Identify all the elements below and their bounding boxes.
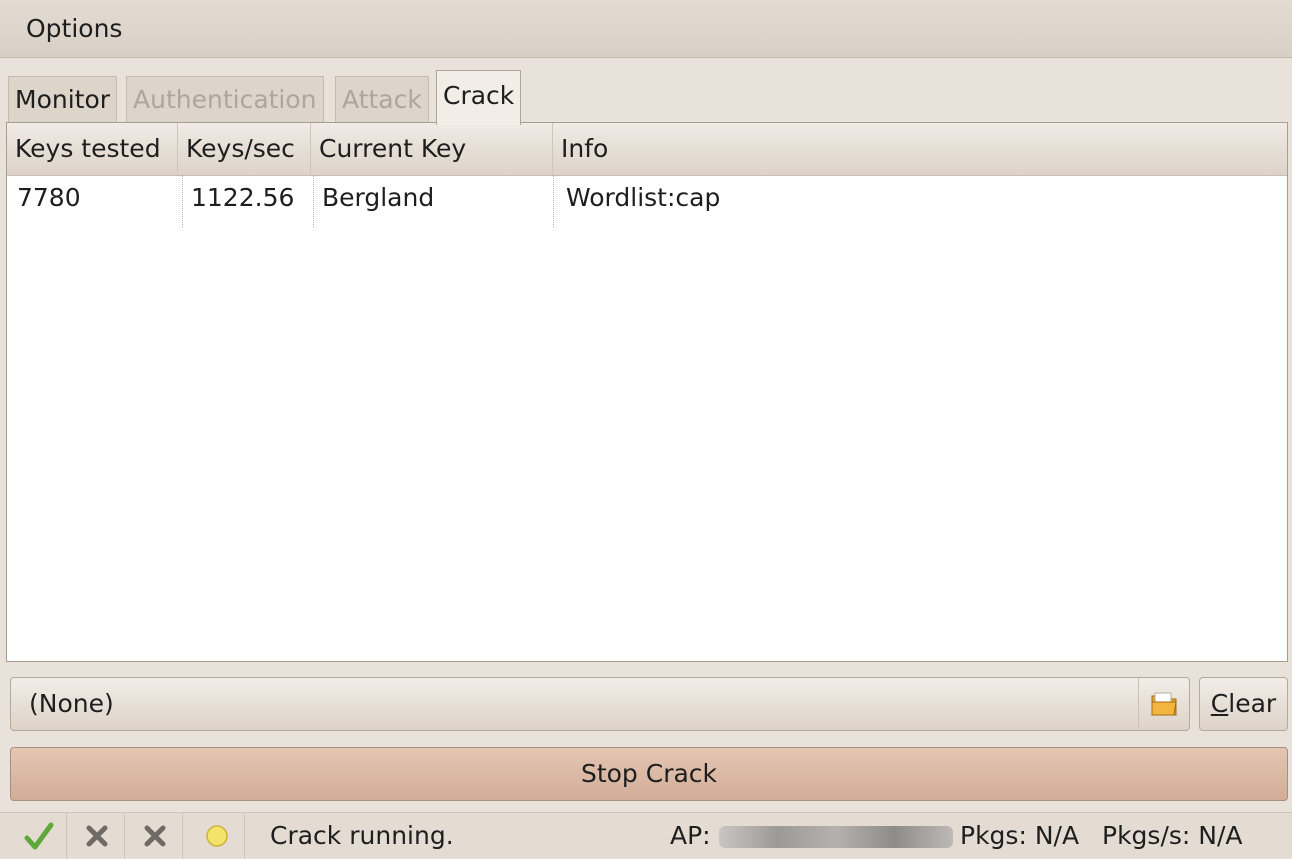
wordlist-file-chooser[interactable]: (None) [10, 677, 1190, 731]
pkgs-rate-label: Pkgs/s: [1102, 821, 1191, 850]
ap-label: AP: [670, 821, 711, 850]
menu-options[interactable]: Options [16, 14, 132, 43]
tab-authentication: Authentication [126, 76, 324, 122]
status-pkgs-rate: Pkgs/s: N/A [1102, 813, 1243, 859]
cell-current-key: Bergland [313, 175, 553, 227]
crack-results-table: Keys tested Keys/sec Current Key Info 77… [6, 122, 1288, 662]
table-header: Keys tested Keys/sec Current Key Info [7, 123, 1287, 176]
folder-icon [1151, 692, 1177, 716]
ap-redacted [718, 826, 953, 848]
checkmark-icon [24, 822, 54, 850]
stop-crack-button[interactable]: Stop Crack [10, 747, 1288, 801]
column-keys-tested[interactable]: Keys tested [7, 123, 178, 175]
status-message: Crack running. [270, 821, 454, 850]
status-ap: AP: [670, 813, 961, 859]
cross-icon [144, 825, 166, 847]
yellow-light-icon [206, 825, 228, 847]
tab-monitor[interactable]: Monitor [8, 76, 118, 122]
pkgs-value: N/A [1034, 821, 1080, 850]
pkgs-rate-value: N/A [1198, 821, 1243, 850]
column-current-key[interactable]: Current Key [311, 123, 553, 175]
wordlist-value: (None) [29, 689, 114, 718]
status-cross-icon-cell-1 [70, 813, 125, 859]
status-bar: Crack running. AP: Pkgs: N/A Pkgs/s: N/A [0, 812, 1292, 859]
cell-keys-per-sec: 1122.56 [182, 175, 311, 227]
table-row[interactable]: 7780 1122.56 Bergland Wordlist:cap [7, 175, 1287, 227]
status-ok-icon-cell [12, 813, 67, 859]
tab-crack[interactable]: Crack [436, 70, 522, 125]
cross-icon [86, 825, 108, 847]
column-info[interactable]: Info [553, 123, 1287, 175]
tab-attack: Attack [335, 76, 429, 122]
clear-button-label-rest: lear [1228, 689, 1277, 718]
clear-button[interactable]: Clear [1199, 677, 1288, 731]
cell-keys-tested: 7780 [17, 183, 81, 212]
status-light-icon-cell [190, 813, 245, 859]
column-keys-per-sec[interactable]: Keys/sec [178, 123, 311, 175]
pkgs-label: Pkgs: [960, 821, 1027, 850]
cell-info: Wordlist:cap [553, 175, 1153, 227]
clear-button-mnemonic: C [1210, 689, 1229, 718]
menu-bar: Options [0, 0, 1292, 58]
status-cross-icon-cell-2 [128, 813, 183, 859]
status-pkgs: Pkgs: N/A [960, 813, 1079, 859]
open-folder-button[interactable] [1138, 678, 1189, 730]
